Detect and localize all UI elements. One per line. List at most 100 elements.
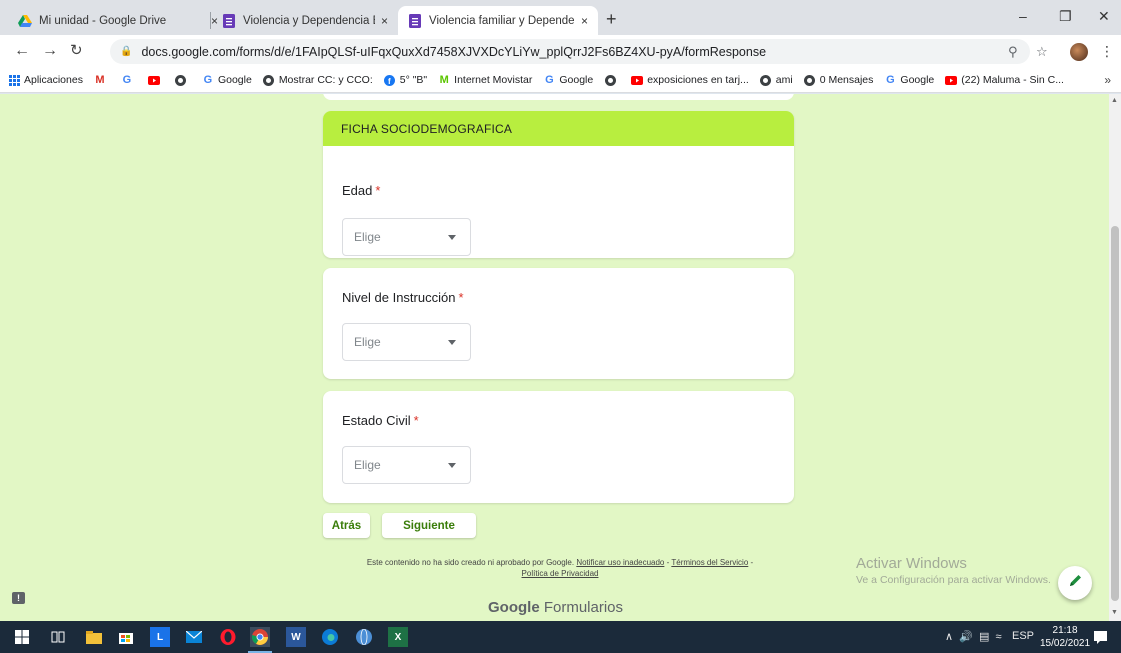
- google-icon: G: [886, 74, 895, 86]
- menu-kebab-icon[interactable]: ⋮: [1100, 43, 1114, 60]
- bookmark-google-1[interactable]: G: [121, 74, 137, 86]
- pencil-icon: [1068, 573, 1083, 593]
- bookmark-ami[interactable]: ami: [760, 74, 793, 86]
- restore-icon[interactable]: ❐: [1059, 8, 1072, 25]
- window-close-icon[interactable]: ✕: [1098, 8, 1110, 25]
- bookmark-globe-1[interactable]: [175, 74, 191, 86]
- lock-icon: 🔒: [120, 46, 133, 57]
- back-arrow-icon[interactable]: ←: [14, 42, 30, 60]
- dropdown-placeholder: Elige: [354, 230, 381, 244]
- question-card-nivel-instruccion: Nivel de Instrucción * Elige: [323, 268, 794, 379]
- bookmark-mostrar-cc[interactable]: Mostrar CC: y CCO:: [263, 74, 373, 86]
- disclaimer: Este contenido no ha sido creado ni apro…: [366, 558, 754, 578]
- edge-icon[interactable]: [320, 627, 340, 647]
- bookmark-5b[interactable]: f 5° "B": [384, 74, 427, 86]
- globe-app-icon[interactable]: [354, 627, 374, 647]
- tab-violencia-dependencia[interactable]: Violencia y Dependencia Emocio ×: [212, 6, 398, 35]
- back-button[interactable]: Atrás: [323, 513, 370, 538]
- brand-forms: Formularios: [543, 599, 624, 616]
- scrollbar-thumb[interactable]: [1111, 226, 1119, 601]
- tab-violencia-familiar[interactable]: Violencia familiar y Dependencia ×: [398, 6, 598, 35]
- bookmark-google-2[interactable]: G Google: [202, 74, 252, 86]
- bookmark-google-3[interactable]: G Google: [543, 74, 593, 86]
- section-title: FICHA SOCIODEMOGRAFICA: [323, 111, 794, 146]
- required-mark: *: [458, 290, 464, 305]
- close-icon[interactable]: ×: [381, 14, 388, 28]
- required-mark: *: [375, 183, 381, 198]
- reload-icon[interactable]: ↻: [70, 42, 83, 60]
- scroll-down-icon[interactable]: ▼: [1111, 609, 1118, 616]
- tab-title: Violencia y Dependencia Emocio: [243, 14, 375, 27]
- bookmark-apps[interactable]: Aplicaciones: [8, 74, 83, 86]
- bookmark-label: Google: [900, 74, 935, 86]
- clock-date: 15/02/2021: [1040, 638, 1091, 649]
- bookmark-mensajes[interactable]: 0 Mensajes: [804, 74, 873, 86]
- bookmark-exposiciones[interactable]: exposiciones en tarj...: [631, 74, 749, 86]
- bookmark-globe-2[interactable]: [604, 74, 620, 86]
- disclaimer-text: Este contenido no ha sido creado ni apro…: [366, 558, 575, 567]
- estado-civil-dropdown[interactable]: Elige: [342, 446, 471, 484]
- store-icon[interactable]: [116, 627, 136, 647]
- privacy-link[interactable]: Política de Privacidad: [522, 569, 599, 578]
- question-title: Edad *: [342, 183, 380, 198]
- file-explorer-icon[interactable]: [84, 627, 104, 647]
- nivel-instruccion-dropdown[interactable]: Elige: [342, 323, 471, 361]
- google-forms-logo[interactable]: Google Formularios: [488, 599, 623, 616]
- zoom-icon[interactable]: ⚲: [1008, 44, 1018, 60]
- bookmark-movistar[interactable]: M Internet Movistar: [438, 74, 533, 86]
- clock-time: 21:18: [1052, 625, 1078, 636]
- page-scrollbar[interactable]: ▲ ▼: [1109, 94, 1121, 621]
- bookmark-label: exposiciones en tarj...: [647, 74, 749, 86]
- scroll-up-icon[interactable]: ▲: [1111, 97, 1118, 104]
- profile-avatar[interactable]: [1070, 43, 1088, 61]
- bookmark-youtube-1[interactable]: [147, 74, 164, 86]
- bookmark-label: 5° "B": [399, 74, 428, 86]
- notification-center-icon[interactable]: [1090, 627, 1110, 647]
- tab-google-drive[interactable]: Mi unidad - Google Drive ×: [8, 6, 228, 35]
- globe-icon: [804, 74, 816, 86]
- google-forms-icon: [222, 13, 236, 28]
- launcher-l-icon[interactable]: L: [150, 627, 170, 647]
- terms-link[interactable]: Términos del Servicio: [671, 558, 748, 567]
- star-icon[interactable]: ☆: [1036, 44, 1048, 60]
- bookmark-google-4[interactable]: G Google: [884, 74, 934, 86]
- bookmark-maluma[interactable]: (22) Maluma - Sin C...: [945, 74, 1064, 86]
- edit-fab-button[interactable]: [1058, 566, 1092, 600]
- activate-windows-watermark: Activar Windows Ve a Configuración para …: [856, 555, 1051, 586]
- new-tab-button[interactable]: +: [606, 10, 617, 28]
- excel-icon[interactable]: X: [388, 627, 408, 647]
- bookmark-label: ami: [775, 74, 793, 86]
- question-title: Estado Civil *: [342, 413, 419, 428]
- chrome-icon[interactable]: [250, 627, 270, 647]
- question-label: Estado Civil: [342, 413, 411, 428]
- taskbar-clock[interactable]: 21:18 15/02/2021: [1040, 624, 1090, 650]
- bookmarks-more-icon[interactable]: »: [1104, 73, 1111, 87]
- mail-icon[interactable]: [184, 627, 204, 647]
- word-icon[interactable]: W: [286, 627, 306, 647]
- movistar-icon: M: [439, 74, 449, 86]
- report-abuse-link[interactable]: Notificar uso inadecuado: [576, 558, 664, 567]
- opera-icon[interactable]: [218, 627, 238, 647]
- close-icon[interactable]: ×: [581, 14, 588, 28]
- language-indicator[interactable]: ESP: [1012, 630, 1034, 642]
- tray-icons[interactable]: ∧ 🔊 ▤ ≈: [945, 630, 1002, 643]
- report-feedback-icon[interactable]: !: [12, 592, 25, 604]
- windows-taskbar: L W X ∧ 🔊 ▤ ≈ ESP 21:18 15/02/2021: [0, 621, 1121, 653]
- windows-start-icon[interactable]: [12, 627, 32, 647]
- svg-text:f: f: [388, 77, 391, 86]
- google-drive-icon: [18, 14, 32, 28]
- url-input[interactable]: 🔒 docs.google.com/forms/d/e/1FAIpQLSf-uI…: [110, 39, 1030, 64]
- edad-dropdown[interactable]: Elige: [342, 218, 471, 256]
- previous-section-card: [323, 94, 794, 100]
- youtube-icon: [631, 74, 644, 86]
- minimize-icon[interactable]: –: [1019, 8, 1027, 24]
- task-view-icon[interactable]: [48, 627, 68, 647]
- bookmarks-bar: Aplicaciones M G G Google Mostrar CC: y C…: [0, 68, 1121, 93]
- globe-icon: [175, 74, 187, 86]
- form-page: FICHA SOCIODEMOGRAFICA Edad * Elige Nivel…: [0, 94, 1109, 621]
- forward-arrow-icon[interactable]: →: [42, 42, 58, 60]
- required-mark: *: [413, 413, 419, 428]
- bookmark-gmail[interactable]: M: [94, 74, 110, 86]
- next-button[interactable]: Siguiente: [382, 513, 476, 538]
- tab-title: Mi unidad - Google Drive: [39, 14, 167, 27]
